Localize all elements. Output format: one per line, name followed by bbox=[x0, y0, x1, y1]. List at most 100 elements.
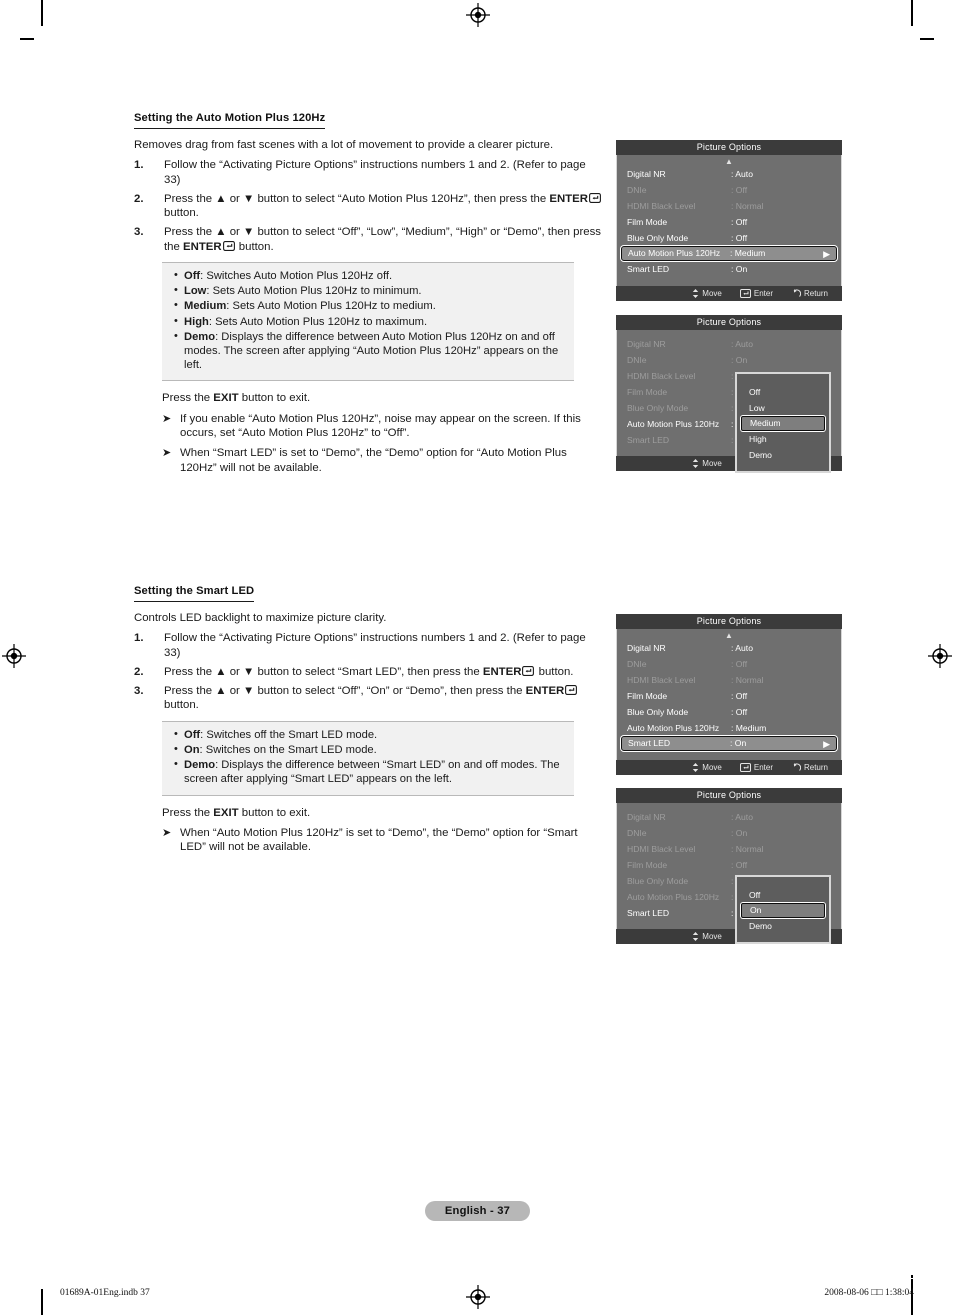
step-number: 3. bbox=[134, 685, 144, 698]
dropdown-option-low[interactable]: Low bbox=[737, 400, 829, 416]
enter-key-icon bbox=[589, 192, 601, 203]
osd-picture-options-1: Picture Options ▲ Digital NR: Auto DNIe:… bbox=[616, 140, 842, 301]
osd-row-digital-nr[interactable]: Digital NR: Auto bbox=[617, 336, 841, 352]
osd-row-digital-nr[interactable]: Digital NR: Auto bbox=[617, 809, 841, 825]
crop-mark-top-left-horizontal bbox=[20, 38, 34, 40]
dropdown-smart-led: Off On Demo bbox=[735, 875, 831, 944]
osd-row-dnie[interactable]: DNIe: Off bbox=[617, 656, 841, 672]
osd-row-value: : Off bbox=[731, 185, 748, 195]
osd-row-film-mode[interactable]: Film Mode: Off bbox=[617, 688, 841, 704]
osd-row-digital-nr[interactable]: Digital NR: Auto bbox=[617, 640, 841, 656]
osd-row-value: : Off bbox=[731, 217, 748, 227]
osd-row-hdmi-black-level[interactable]: HDMI Black Level: Normal bbox=[617, 841, 841, 857]
osd-row-dnie[interactable]: DNIe: On bbox=[617, 352, 841, 368]
osd-footer-move[interactable]: Move bbox=[692, 286, 722, 301]
steps-list-auto-motion-plus: 1. Follow the “Activating Picture Option… bbox=[134, 158, 602, 254]
osd-footer-move-label: Move bbox=[702, 932, 722, 941]
osd-row-blue-only-mode[interactable]: Blue Only Mode: Off bbox=[617, 230, 841, 246]
osd-row-smart-led[interactable]: Smart LED: On bbox=[617, 261, 841, 277]
dropdown-option-demo[interactable]: Demo bbox=[737, 918, 829, 934]
osd-row-dnie[interactable]: DNIe: Off bbox=[617, 182, 841, 198]
osd-footer-return[interactable]: Return bbox=[791, 760, 828, 775]
option-desc: : Displays the difference between Auto M… bbox=[184, 330, 559, 372]
osd-row-blue-only-mode[interactable]: Blue Only Mode: Off bbox=[617, 704, 841, 720]
osd-row-film-mode[interactable]: Film Mode: Off bbox=[617, 857, 841, 873]
osd-body: Digital NR: Auto DNIe: On HDMI Black Lev… bbox=[616, 803, 842, 944]
osd-row-value: : Auto bbox=[731, 169, 753, 179]
osd-body: ▲ Digital NR: Auto DNIe: Off HDMI Black … bbox=[616, 155, 842, 286]
exit-bold: EXIT bbox=[213, 392, 239, 405]
option-desc: : Switches off the Smart LED mode. bbox=[200, 728, 378, 741]
osd-picture-options-3: Picture Options ▲ Digital NR: Auto DNIe:… bbox=[616, 614, 842, 775]
osd-row-hdmi-black-level[interactable]: HDMI Black Level: Normal bbox=[617, 672, 841, 688]
osd-row-dnie[interactable]: DNIe: On bbox=[617, 825, 841, 841]
step-bold-enter: ENTER bbox=[482, 665, 522, 678]
osd-row-value: : Medium bbox=[730, 248, 766, 258]
osd-footer-move-label: Move bbox=[702, 459, 722, 468]
osd-row-label: DNIe bbox=[627, 828, 647, 838]
osd-footer-move[interactable]: Move bbox=[692, 456, 722, 471]
osd-footer-enter[interactable]: Enter bbox=[739, 760, 773, 775]
option-desc: : Sets Auto Motion Plus 120Hz to minimum… bbox=[206, 285, 422, 298]
option-term: Low bbox=[184, 285, 207, 298]
osd-row-smart-led-selected[interactable]: Smart LED: On ▶ bbox=[621, 736, 837, 751]
footer-divider bbox=[60, 1278, 918, 1279]
osd-row-label: HDMI Black Level bbox=[627, 371, 696, 381]
osd-row-auto-motion-plus-selected[interactable]: Auto Motion Plus 120Hz: Medium ▶ bbox=[621, 246, 837, 261]
osd-row-film-mode[interactable]: Film Mode: Off bbox=[617, 214, 841, 230]
option-term: Off bbox=[184, 269, 201, 282]
osd-row-label: Blue Only Mode bbox=[627, 403, 689, 413]
up-down-arrow-icon bbox=[693, 289, 699, 298]
osd-row-value: : Off bbox=[731, 659, 748, 669]
step-text: Follow the “Activating Picture Options” … bbox=[164, 632, 586, 659]
osd-row-digital-nr[interactable]: Digital NR: Auto bbox=[617, 166, 841, 182]
exit-text-pre: Press the bbox=[162, 392, 214, 405]
step-item: 2. Press the ▲ or ▼ button to select “Au… bbox=[134, 192, 602, 221]
osd-row-auto-motion-plus[interactable]: Auto Motion Plus 120Hz: Medium bbox=[617, 720, 841, 736]
osd-footer-return-label: Return bbox=[803, 763, 828, 772]
osd-footer-bar: Move Enter Return bbox=[616, 286, 842, 301]
option-desc: : Displays the difference between “Smart… bbox=[184, 759, 560, 786]
osd-row-value: : bbox=[731, 419, 734, 429]
osd-title: Picture Options bbox=[616, 614, 842, 629]
step-text: Follow the “Activating Picture Options” … bbox=[164, 159, 586, 186]
osd-row-hdmi-black-level[interactable]: HDMI Black Level: Normal bbox=[617, 198, 841, 214]
osd-row-label: Blue Only Mode bbox=[627, 876, 689, 886]
exit-text-post: button to exit. bbox=[238, 392, 311, 405]
dropdown-option-off[interactable]: Off bbox=[737, 384, 829, 400]
option-desc: : Sets Auto Motion Plus 120Hz to maximum… bbox=[208, 315, 428, 328]
dropdown-option-on-selected[interactable]: On bbox=[741, 903, 825, 918]
scroll-up-icon[interactable]: ▲ bbox=[617, 631, 841, 640]
osd-footer-enter-label: Enter bbox=[753, 289, 773, 298]
dropdown-option-high[interactable]: High bbox=[737, 431, 829, 447]
osd-row-label: Auto Motion Plus 120Hz bbox=[627, 419, 720, 429]
osd-footer-move[interactable]: Move bbox=[692, 929, 722, 944]
option-description-item: Off: Switches Auto Motion Plus 120Hz off… bbox=[172, 268, 564, 283]
option-description-item: High: Sets Auto Motion Plus 120Hz to max… bbox=[172, 314, 564, 329]
step-item: 3. Press the ▲ or ▼ button to select “Of… bbox=[134, 225, 602, 254]
osd-row-label: Film Mode bbox=[627, 387, 668, 397]
option-descriptions-auto-motion-plus: Off: Switches Auto Motion Plus 120Hz off… bbox=[162, 261, 574, 382]
osd-row-label: Film Mode bbox=[627, 860, 668, 870]
osd-body: ▲ Digital NR: Auto DNIe: Off HDMI Black … bbox=[616, 629, 842, 760]
osd-row-label: Auto Motion Plus 120Hz bbox=[627, 723, 720, 733]
osd-footer-enter[interactable]: Enter bbox=[739, 286, 773, 301]
osd-row-label: Digital NR bbox=[627, 812, 666, 822]
option-desc: : Sets Auto Motion Plus 120Hz to medium. bbox=[226, 300, 436, 313]
step-item: 2. Press the ▲ or ▼ button to select “Sm… bbox=[134, 665, 602, 679]
dropdown-option-off[interactable]: Off bbox=[737, 887, 829, 903]
step-item: 1. Follow the “Activating Picture Option… bbox=[134, 158, 602, 187]
osd-row-label: Auto Motion Plus 120Hz bbox=[627, 892, 720, 902]
chevron-right-icon: ▶ bbox=[823, 739, 830, 749]
dropdown-option-demo[interactable]: Demo bbox=[737, 447, 829, 463]
osd-footer-move[interactable]: Move bbox=[692, 760, 722, 775]
osd-footer-return[interactable]: Return bbox=[791, 286, 828, 301]
osd-picture-options-4: Picture Options Digital NR: Auto DNIe: O… bbox=[616, 788, 842, 944]
scroll-up-icon[interactable]: ▲ bbox=[617, 157, 841, 166]
option-description-item: Off: Switches off the Smart LED mode. bbox=[172, 727, 564, 742]
dropdown-option-medium-selected[interactable]: Medium bbox=[741, 416, 825, 431]
crop-mark-top-right-horizontal bbox=[920, 38, 934, 40]
step-text-tail: button. bbox=[164, 207, 199, 220]
step-text: Press the ▲ or ▼ button to select “Smart… bbox=[164, 665, 483, 678]
osd-row-label: Smart LED bbox=[627, 264, 670, 274]
